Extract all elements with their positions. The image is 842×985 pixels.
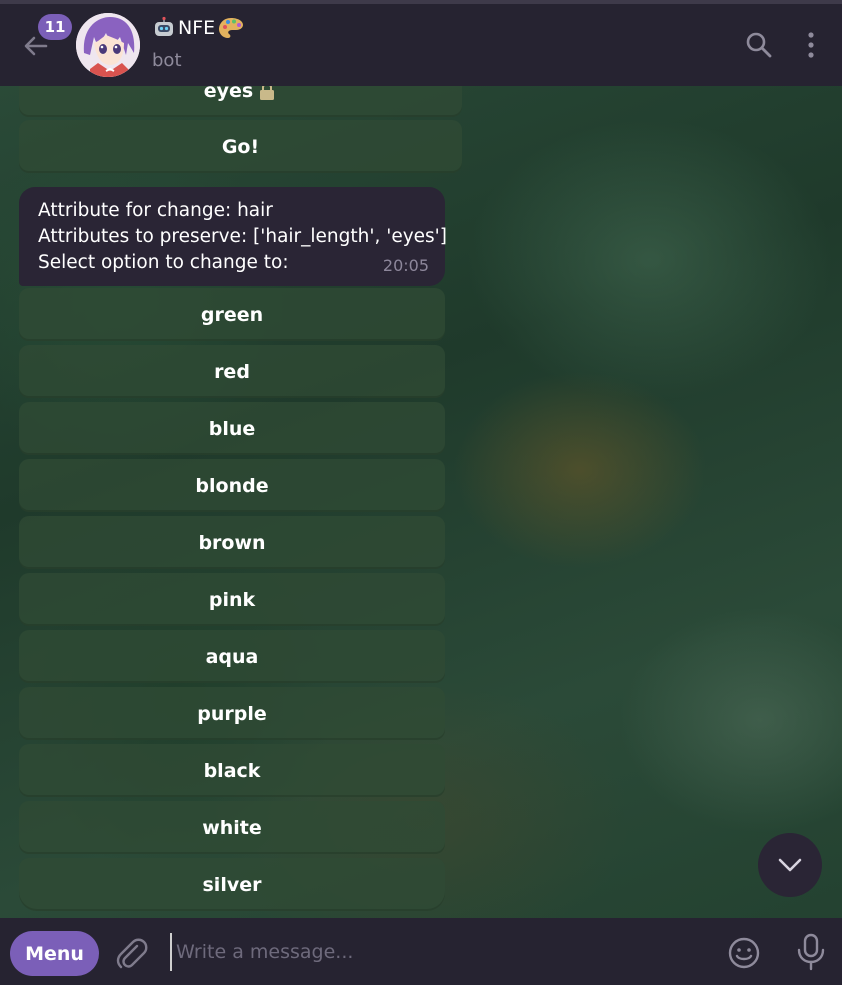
bot-message-bubble: Attribute for change: hair Attributes to… xyxy=(19,187,447,286)
chat-title[interactable]: NFE xyxy=(152,16,245,40)
chat-subtitle: bot xyxy=(152,50,182,71)
option-button-brown[interactable]: brown xyxy=(19,516,445,569)
option-button-blonde[interactable]: blonde xyxy=(19,459,445,512)
option-label: brown xyxy=(198,531,266,554)
emoji-button[interactable] xyxy=(726,935,762,971)
message-line: Attribute for change: hair xyxy=(38,200,273,221)
option-button-green[interactable]: green xyxy=(19,288,445,341)
keyboard-button-label: eyes xyxy=(203,86,254,102)
option-label: silver xyxy=(202,873,262,896)
message-input[interactable] xyxy=(170,933,700,971)
option-label: aqua xyxy=(205,645,259,668)
more-vertical-icon xyxy=(808,32,814,58)
smile-icon xyxy=(728,937,760,969)
option-label: purple xyxy=(197,702,267,725)
palette-icon xyxy=(219,18,244,38)
message-line: Attributes to preserve: ['hair_length', … xyxy=(38,226,447,247)
chevron-down-icon xyxy=(778,858,802,872)
option-label: blonde xyxy=(195,474,269,497)
message-line: Select option to change to: xyxy=(38,252,289,273)
option-button-aqua[interactable]: aqua xyxy=(19,630,445,683)
option-label: green xyxy=(200,303,264,326)
bot-menu-button[interactable]: Menu xyxy=(10,931,99,976)
option-label: black xyxy=(203,759,261,782)
go-button[interactable]: Go! xyxy=(19,120,462,173)
microphone-icon xyxy=(797,933,825,971)
message-list[interactable]: eyes Go! Attribute for change: hair Attr… xyxy=(0,86,842,918)
avatar[interactable] xyxy=(76,13,140,77)
search-button[interactable] xyxy=(744,30,774,60)
keyboard-button-eyes[interactable]: eyes xyxy=(19,86,462,117)
option-button-black[interactable]: black xyxy=(19,744,445,797)
search-icon xyxy=(746,32,772,58)
avatar-image xyxy=(76,13,140,77)
option-button-pink[interactable]: pink xyxy=(19,573,445,626)
option-button-blue[interactable]: blue xyxy=(19,402,445,455)
option-label: red xyxy=(214,360,250,383)
lock-icon xyxy=(260,86,275,100)
option-button-red[interactable]: red xyxy=(19,345,445,398)
unread-count-badge: 11 xyxy=(38,14,72,40)
voice-message-button[interactable] xyxy=(794,933,828,971)
message-time: 20:05 xyxy=(382,256,429,275)
option-label: blue xyxy=(208,417,256,440)
chat-title-text: NFE xyxy=(178,17,216,39)
message-composer: Menu xyxy=(0,918,842,985)
option-button-purple[interactable]: purple xyxy=(19,687,445,740)
option-label: white xyxy=(202,816,262,839)
robot-icon xyxy=(155,16,173,36)
more-options-button[interactable] xyxy=(796,30,826,60)
option-button-silver[interactable]: silver xyxy=(19,858,445,911)
option-button-white[interactable]: white xyxy=(19,801,445,854)
attach-button[interactable] xyxy=(114,936,150,972)
keyboard-button-label: Go! xyxy=(221,135,260,158)
chat-header: 11 NFE bot xyxy=(0,4,842,86)
option-label: pink xyxy=(208,588,256,611)
scroll-to-bottom-button[interactable] xyxy=(758,833,822,897)
paperclip-icon xyxy=(116,938,148,969)
